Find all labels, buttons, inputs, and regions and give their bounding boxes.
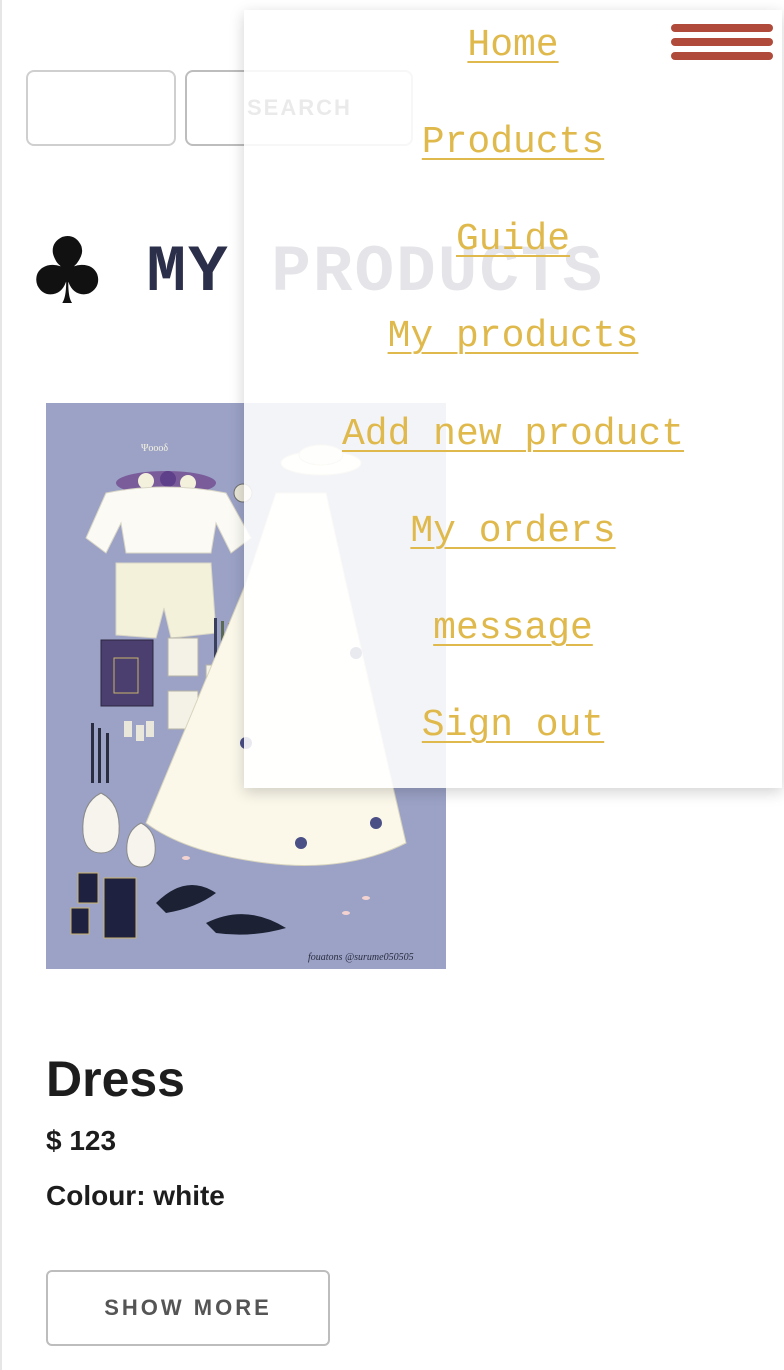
nav-link-guide[interactable]: Guide (244, 218, 782, 261)
show-more-button[interactable]: SHOW MORE (46, 1270, 330, 1346)
svg-text:Ψoooδ: Ψoooδ (141, 443, 168, 454)
nav-dropdown: Home Products Guide My products Add new … (244, 10, 782, 788)
product-colour: Colour: white (46, 1180, 225, 1211)
search-input[interactable] (26, 70, 176, 146)
hamburger-bar (671, 52, 773, 60)
nav-link-my-products[interactable]: My products (244, 315, 782, 358)
nav-link-add-new-product[interactable]: Add new product (244, 413, 782, 456)
nav-link-sign-out[interactable]: Sign out (244, 704, 782, 747)
club-suit-icon: ♣ (26, 218, 109, 325)
nav-link-my-orders[interactable]: My orders (244, 510, 782, 553)
product-name: Dress (46, 1051, 185, 1107)
hamburger-bar (671, 38, 773, 46)
nav-link-products[interactable]: Products (244, 121, 782, 164)
hamburger-menu-icon[interactable] (671, 22, 773, 66)
nav-link-message[interactable]: message (244, 607, 782, 650)
product-price: $ 123 (46, 1125, 117, 1156)
image-credit: fouatons @surume050505 (308, 952, 414, 963)
hamburger-bar (671, 24, 773, 32)
page: SEARCH ♣ MY PRODUCTS Ψoooδ (0, 0, 784, 1370)
